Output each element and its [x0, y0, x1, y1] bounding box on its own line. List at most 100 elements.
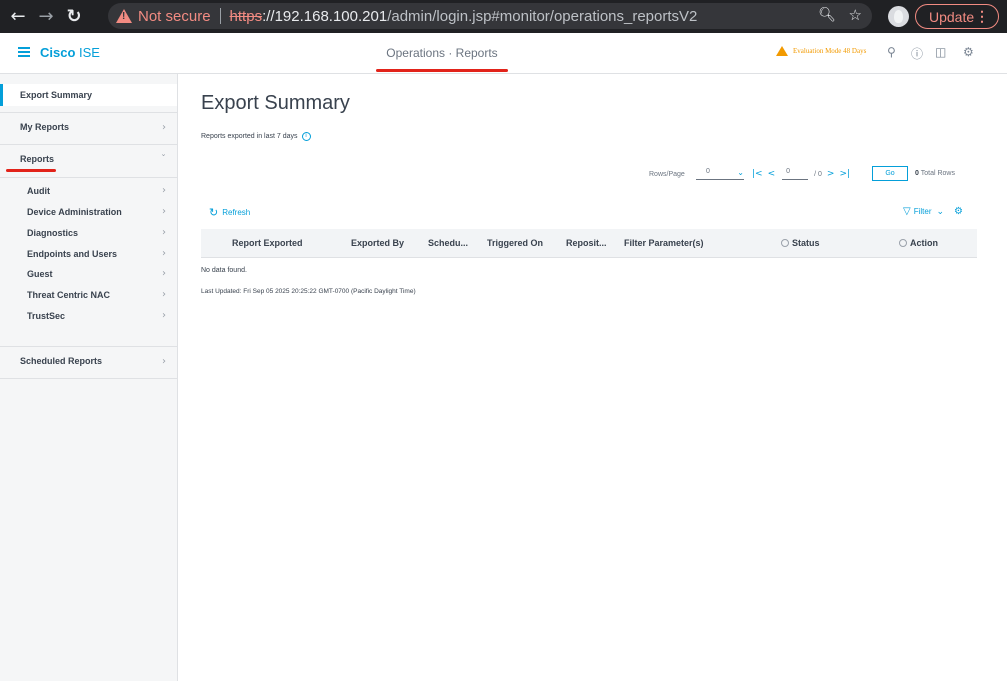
- bookmark-star-icon[interactable]: ☆: [849, 6, 862, 24]
- sidebar-item-label: TrustSec: [27, 310, 66, 321]
- active-section-indicator: [6, 169, 56, 172]
- info-icon[interactable]: i: [301, 132, 311, 141]
- filter-icon: ▽: [903, 206, 911, 217]
- gear-icon[interactable]: ⚙: [963, 45, 974, 59]
- total-rows-count: 0: [915, 170, 919, 177]
- next-page-icon[interactable]: >: [827, 169, 835, 179]
- evaluation-text: Evaluation Mode 48 Days: [793, 47, 867, 55]
- sidebar-item-label: Diagnostics: [27, 227, 79, 238]
- subtitle: Reports exported in last 7 days i: [201, 132, 311, 141]
- total-rows-label: Total Rows: [920, 170, 955, 177]
- sidebar-item-export-summary[interactable]: Export Summary: [0, 84, 177, 106]
- active-page-indicator: [376, 69, 508, 72]
- profile-avatar-icon[interactable]: [888, 6, 909, 27]
- chevron-right-icon: ›: [162, 268, 166, 279]
- hamburger-menu-icon[interactable]: [18, 47, 30, 57]
- update-button[interactable]: Update ⋮: [915, 4, 999, 29]
- chevron-right-icon: ›: [162, 227, 166, 238]
- search-icon[interactable]: ⚲: [887, 45, 896, 59]
- column-label: Status: [792, 238, 820, 248]
- gear-icon[interactable]: ⚙: [954, 206, 963, 217]
- forward-arrow-icon[interactable]: →: [35, 6, 57, 28]
- sidebar-item-diagnostics[interactable]: Diagnostics ›: [0, 225, 177, 240]
- chevron-right-icon: ›: [162, 185, 166, 196]
- update-label: Update: [929, 8, 975, 25]
- chevron-right-icon: ›: [162, 121, 166, 133]
- page-total: / 0: [814, 170, 822, 178]
- page-heading: Operations · Reports: [386, 46, 498, 60]
- action-info-icon: [899, 239, 907, 247]
- evaluation-badge[interactable]: Evaluation Mode 48 Days: [776, 46, 866, 56]
- filter-label: Filter: [913, 207, 932, 216]
- column-header-scheduled[interactable]: Schedu...: [428, 238, 468, 248]
- sidebar-item-label: Reports: [20, 154, 55, 164]
- divider: [0, 177, 177, 178]
- sidebar-item-trustsec[interactable]: TrustSec ›: [0, 308, 177, 323]
- url-protocol: https: [229, 7, 263, 25]
- sidebar-item-reports[interactable]: Reports ˇ: [0, 150, 177, 168]
- omnibox-divider: [219, 8, 221, 24]
- refresh-label: Refresh: [222, 208, 251, 217]
- warning-icon: [116, 9, 132, 23]
- url-path: /admin/login.jsp#monitor/operations_repo…: [387, 7, 698, 25]
- column-header-action[interactable]: Action: [899, 238, 938, 248]
- last-page-icon[interactable]: >|: [839, 169, 850, 179]
- previous-page-icon[interactable]: <: [768, 169, 776, 179]
- column-header-exported-by[interactable]: Exported By: [351, 238, 404, 248]
- chevron-right-icon: ›: [162, 206, 166, 217]
- brand-logo[interactable]: Cisco ISE: [40, 45, 100, 60]
- help-icon[interactable]: ⓘ: [911, 45, 923, 62]
- sidebar-item-label: My Reports: [20, 122, 70, 132]
- refresh-button[interactable]: ↻ Refresh: [209, 206, 250, 219]
- rows-per-page-label: Rows/Page: [649, 170, 685, 178]
- sidebar-item-threat-centric-nac[interactable]: Threat Centric NAC ›: [0, 287, 177, 302]
- address-bar[interactable]: Not secure https://192.168.100.201/admin…: [108, 3, 872, 29]
- app-header: Cisco ISE Operations · Reports Evaluatio…: [0, 33, 1007, 74]
- warning-icon: [776, 46, 788, 56]
- column-header-filter-parameters[interactable]: Filter Parameter(s): [624, 238, 704, 248]
- total-rows: 0 Total Rows: [915, 170, 955, 177]
- dashboard-icon[interactable]: ◫: [935, 45, 946, 59]
- page-title: Export Summary: [201, 92, 350, 114]
- zoom-icon[interactable]: 🔍︎: [818, 7, 836, 23]
- empty-state-message: No data found.: [201, 267, 247, 274]
- browser-toolbar: ← → ↻ Not secure https://192.168.100.201…: [0, 0, 1007, 33]
- sidebar-item-label: Audit: [27, 185, 50, 196]
- rows-per-page-select[interactable]: 0 ⌄: [696, 168, 744, 180]
- sidebar-item-audit[interactable]: Audit ›: [0, 183, 177, 198]
- column-header-triggered-on[interactable]: Triggered On: [487, 238, 543, 248]
- filter-button[interactable]: ▽ Filter ⌄ ⚙: [903, 206, 963, 217]
- column-label: Action: [910, 238, 938, 248]
- chevron-down-icon: ⌄: [936, 206, 945, 217]
- column-header-status[interactable]: Status: [781, 238, 820, 248]
- sidebar-item-label: Device Administration: [27, 206, 122, 217]
- sidebar-item-label: Export Summary: [20, 90, 93, 100]
- back-arrow-icon[interactable]: ←: [7, 6, 29, 28]
- pagination: Rows/Page 0 ⌄ |< < 0 / 0 > >|: [649, 166, 850, 182]
- status-info-icon: [781, 239, 789, 247]
- table-header: Report Exported Exported By Schedu... Tr…: [201, 229, 977, 258]
- last-updated-text: Last Updated: Fri Sep 05 2025 20:25:22 G…: [201, 288, 416, 295]
- chevron-down-icon: ˇ: [161, 153, 166, 165]
- rows-per-page-value: 0: [706, 168, 710, 175]
- not-secure-label[interactable]: Not secure: [138, 8, 211, 25]
- sidebar-item-my-reports[interactable]: My Reports ›: [0, 118, 177, 136]
- sidebar: Export Summary My Reports › Reports ˇ Au…: [0, 74, 178, 681]
- column-header-report-exported[interactable]: Report Exported: [232, 238, 303, 248]
- column-header-repository[interactable]: Reposit...: [566, 238, 607, 248]
- url-host: ://192.168.100.201: [262, 7, 388, 25]
- sidebar-item-label: Scheduled Reports: [20, 356, 103, 366]
- url-text[interactable]: https://192.168.100.201/admin/login.jsp#…: [230, 8, 698, 25]
- chevron-right-icon: ›: [162, 248, 166, 259]
- sidebar-item-scheduled-reports[interactable]: Scheduled Reports ›: [0, 352, 177, 370]
- kebab-menu-icon[interactable]: ⋮: [975, 8, 989, 25]
- sidebar-item-guest[interactable]: Guest ›: [0, 266, 177, 281]
- first-page-icon[interactable]: |<: [752, 169, 763, 179]
- brand-product: ISE: [75, 45, 100, 60]
- chevron-right-icon: ›: [162, 310, 166, 321]
- sidebar-item-device-administration[interactable]: Device Administration ›: [0, 204, 177, 219]
- page-number-input[interactable]: 0: [782, 168, 809, 180]
- go-button[interactable]: Go: [872, 166, 908, 181]
- reload-icon[interactable]: ↻: [63, 6, 85, 28]
- sidebar-item-endpoints-and-users[interactable]: Endpoints and Users ›: [0, 246, 177, 261]
